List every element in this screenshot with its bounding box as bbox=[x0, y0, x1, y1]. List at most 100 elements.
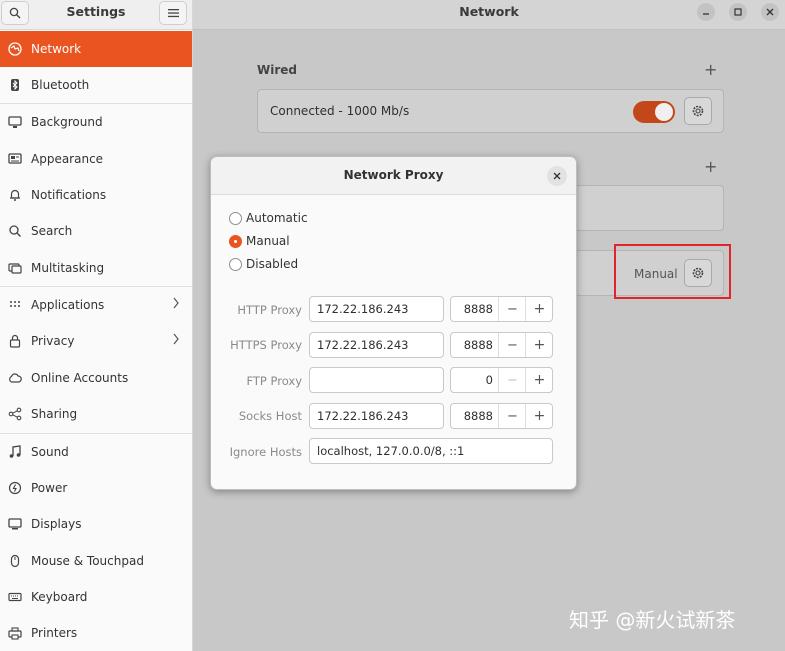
network-icon bbox=[7, 41, 23, 57]
search-icon bbox=[7, 223, 23, 239]
sidebar-item-label: Keyboard bbox=[31, 590, 88, 604]
ftp-proxy-host-input[interactable] bbox=[309, 367, 444, 393]
display-icon bbox=[7, 516, 23, 532]
port-value[interactable]: 0 bbox=[451, 373, 493, 387]
maximize-button[interactable] bbox=[729, 3, 747, 21]
sidebar-item-label: Bluetooth bbox=[31, 78, 90, 92]
sidebar-item-label: Sound bbox=[31, 445, 69, 459]
keyboard-icon bbox=[7, 589, 23, 605]
sidebar-item-sound[interactable]: Sound bbox=[0, 434, 192, 470]
increment-button[interactable]: + bbox=[525, 368, 553, 392]
sidebar-item-label: Notifications bbox=[31, 188, 107, 202]
menu-button[interactable] bbox=[159, 1, 187, 25]
ignore-hosts-input[interactable]: localhost, 127.0.0.0/8, ::1 bbox=[309, 438, 553, 464]
sidebar-item-label: Printers bbox=[31, 626, 78, 640]
sidebar-item-label: Search bbox=[31, 224, 73, 238]
port-value[interactable]: 8888 bbox=[451, 302, 493, 316]
radio-button[interactable] bbox=[229, 257, 242, 271]
wired-toggle[interactable] bbox=[633, 101, 675, 123]
minimize-button[interactable] bbox=[697, 3, 715, 21]
http-proxy-port-stepper: 8888 − + bbox=[450, 296, 553, 322]
https-proxy-host-input[interactable]: 172.22.186.243 bbox=[309, 332, 444, 358]
socks-port-stepper: 8888 − + bbox=[450, 403, 553, 429]
toggle-knob bbox=[655, 103, 673, 121]
port-value[interactable]: 8888 bbox=[451, 409, 493, 423]
https-proxy-port-stepper: 8888 − + bbox=[450, 332, 553, 358]
wired-status: Connected - 1000 Mb/s bbox=[270, 104, 410, 118]
decrement-button[interactable]: − bbox=[498, 404, 526, 428]
sidebar-item-keyboard[interactable]: Keyboard bbox=[0, 579, 192, 615]
network-proxy-dialog: Network Proxy Automatic Manual Disabled … bbox=[210, 156, 577, 490]
sidebar-item-displays[interactable]: Displays bbox=[0, 506, 192, 542]
dialog-close-button[interactable] bbox=[547, 166, 567, 186]
gear-icon bbox=[692, 105, 704, 117]
ftp-proxy-label: FTP Proxy bbox=[246, 374, 302, 388]
music-note-icon bbox=[7, 444, 23, 460]
increment-button[interactable]: + bbox=[525, 404, 553, 428]
http-proxy-host-input[interactable]: 172.22.186.243 bbox=[309, 296, 444, 322]
sidebar-item-multitasking[interactable]: Multitasking bbox=[0, 250, 192, 286]
sidebar-item-label: Power bbox=[31, 481, 68, 495]
radio-button[interactable] bbox=[229, 234, 242, 248]
background-icon bbox=[7, 114, 23, 130]
sidebar-item-power[interactable]: Power bbox=[0, 470, 192, 506]
chevron-right-icon bbox=[172, 297, 180, 312]
plus-icon: + bbox=[704, 60, 718, 79]
sidebar-item-applications[interactable]: Applications bbox=[0, 287, 192, 323]
chevron-right-icon bbox=[172, 333, 180, 348]
minimize-icon bbox=[703, 13, 709, 15]
decrement-button[interactable]: − bbox=[498, 368, 526, 392]
radio-manual[interactable]: Manual bbox=[229, 234, 290, 248]
printer-icon bbox=[7, 625, 23, 641]
decrement-button[interactable]: − bbox=[498, 333, 526, 357]
add-wired-button[interactable]: + bbox=[704, 62, 717, 78]
sidebar-item-appearance[interactable]: Appearance bbox=[0, 141, 192, 177]
dialog-title: Network Proxy bbox=[343, 168, 444, 182]
radio-disabled[interactable]: Disabled bbox=[229, 257, 298, 271]
maximize-icon bbox=[734, 8, 742, 16]
settings-sidebar: Settings Network Bluetooth Background Ap… bbox=[0, 0, 193, 651]
port-value[interactable]: 8888 bbox=[451, 338, 493, 352]
sidebar-item-label: Privacy bbox=[31, 334, 75, 348]
wired-settings-button[interactable] bbox=[684, 97, 712, 125]
sidebar-item-label: Sharing bbox=[31, 407, 78, 421]
increment-button[interactable]: + bbox=[525, 333, 553, 357]
sidebar-item-sharing[interactable]: Sharing bbox=[0, 396, 192, 432]
http-proxy-label: HTTP Proxy bbox=[237, 303, 302, 317]
close-window-button[interactable] bbox=[761, 3, 779, 21]
sidebar-item-label: Applications bbox=[31, 298, 105, 312]
highlight-box bbox=[614, 244, 731, 299]
main-header: Network bbox=[193, 0, 785, 30]
sidebar-item-privacy[interactable]: Privacy bbox=[0, 323, 192, 359]
sidebar-item-label: Online Accounts bbox=[31, 371, 129, 385]
sidebar-item-notifications[interactable]: Notifications bbox=[0, 177, 192, 213]
sidebar-item-mouse-touchpad[interactable]: Mouse & Touchpad bbox=[0, 543, 192, 579]
sidebar-item-network[interactable]: Network bbox=[0, 31, 192, 67]
close-icon bbox=[553, 172, 561, 180]
socks-host-label: Socks Host bbox=[238, 409, 302, 423]
sidebar-item-background[interactable]: Background bbox=[0, 104, 192, 140]
appearance-icon bbox=[7, 151, 23, 167]
lock-icon bbox=[7, 333, 23, 349]
sidebar-item-bluetooth[interactable]: Bluetooth bbox=[0, 67, 192, 103]
power-icon bbox=[7, 480, 23, 496]
cloud-icon bbox=[7, 370, 23, 386]
socks-host-input[interactable]: 172.22.186.243 bbox=[309, 403, 444, 429]
sidebar-item-label: Displays bbox=[31, 517, 82, 531]
decrement-button[interactable]: − bbox=[498, 297, 526, 321]
sidebar-item-label: Mouse & Touchpad bbox=[31, 554, 144, 568]
sidebar-item-online-accounts[interactable]: Online Accounts bbox=[0, 360, 192, 396]
radio-label: Automatic bbox=[246, 211, 308, 225]
radio-automatic[interactable]: Automatic bbox=[229, 211, 308, 225]
dialog-header: Network Proxy bbox=[211, 157, 576, 195]
ignore-hosts-label: Ignore Hosts bbox=[229, 445, 302, 459]
sidebar-item-search[interactable]: Search bbox=[0, 213, 192, 249]
sidebar-header: Settings bbox=[0, 0, 192, 30]
add-vpn-button[interactable]: + bbox=[704, 159, 717, 175]
sidebar-item-printers[interactable]: Printers bbox=[0, 615, 192, 651]
radio-label: Disabled bbox=[246, 257, 299, 271]
increment-button[interactable]: + bbox=[525, 297, 553, 321]
radio-button[interactable] bbox=[229, 211, 242, 225]
sidebar-item-label: Network bbox=[31, 42, 82, 56]
wired-connection-row: Connected - 1000 Mb/s bbox=[257, 89, 724, 133]
